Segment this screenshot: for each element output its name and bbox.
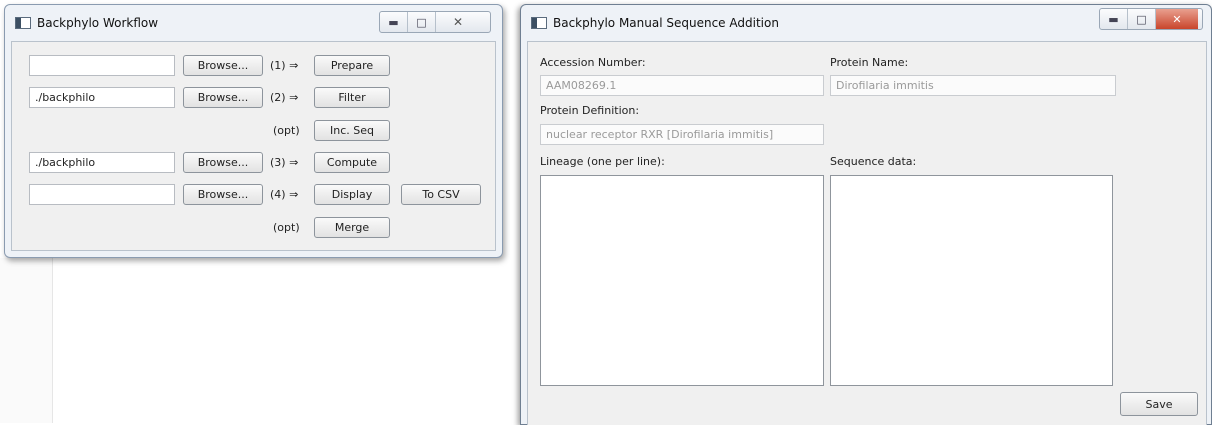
browse-button-4[interactable]: Browse...: [183, 184, 263, 205]
minimize-icon[interactable]: ▬: [1100, 9, 1128, 29]
protein-definition-input[interactable]: nuclear receptor RXR [Dirofilaria immiti…: [540, 124, 824, 145]
window-controls: ▬ □ ✕: [379, 11, 491, 33]
compute-button[interactable]: Compute: [314, 152, 390, 173]
step-label-3: (3) ⇒: [270, 156, 299, 169]
close-icon[interactable]: ✕: [1156, 9, 1198, 29]
browse-button-1[interactable]: Browse...: [183, 55, 263, 76]
manual-titlebar[interactable]: Backphylo Manual Sequence Addition ▬ □ ✕: [521, 5, 1211, 39]
protein-name-label: Protein Name:: [830, 56, 909, 69]
filter-button[interactable]: Filter: [314, 87, 390, 108]
lineage-textarea[interactable]: [540, 175, 824, 386]
manual-panel: Accession Number: AAM08269.1 Protein Nam…: [527, 41, 1207, 425]
close-icon[interactable]: ✕: [436, 12, 480, 32]
minimize-icon[interactable]: ▬: [380, 12, 408, 32]
protein-definition-label: Protein Definition:: [540, 104, 640, 117]
save-button[interactable]: Save: [1120, 392, 1198, 416]
merge-button[interactable]: Merge: [314, 217, 390, 238]
maximize-icon[interactable]: □: [1128, 9, 1156, 29]
inc-seq-button[interactable]: Inc. Seq: [314, 120, 390, 141]
display-path-input[interactable]: [29, 184, 175, 205]
prepare-path-input[interactable]: [29, 55, 175, 76]
step-label-1: (1) ⇒: [270, 59, 299, 72]
step-label-4: (4) ⇒: [270, 188, 299, 201]
sequence-textarea[interactable]: [830, 175, 1113, 386]
lineage-label: Lineage (one per line):: [540, 155, 665, 168]
manual-window-title: Backphylo Manual Sequence Addition: [553, 16, 779, 30]
workflow-window-title: Backphylo Workflow: [37, 16, 159, 30]
maximize-icon[interactable]: □: [408, 12, 436, 32]
workflow-window: Backphylo Workflow ▬ □ ✕ Browse... (1) ⇒…: [4, 4, 503, 258]
desktop-background: [0, 258, 53, 423]
display-button[interactable]: Display: [314, 184, 390, 205]
sequence-label: Sequence data:: [830, 155, 917, 168]
browse-button-2[interactable]: Browse...: [183, 87, 263, 108]
accession-label: Accession Number:: [540, 56, 646, 69]
to-csv-button[interactable]: To CSV: [401, 184, 481, 205]
step-label-opt-2: (opt): [273, 221, 300, 234]
step-label-2: (2) ⇒: [270, 91, 299, 104]
workflow-panel: Browse... (1) ⇒ Prepare ./backphilo Brow…: [11, 41, 496, 251]
step-label-opt-1: (opt): [273, 124, 300, 137]
accession-number-input[interactable]: AAM08269.1: [540, 75, 824, 96]
manual-sequence-window: Backphylo Manual Sequence Addition ▬ □ ✕…: [520, 4, 1212, 425]
compute-path-input[interactable]: ./backphilo: [29, 152, 175, 173]
window-controls: ▬ □ ✕: [1099, 8, 1203, 30]
workflow-titlebar[interactable]: Backphylo Workflow ▬ □ ✕: [5, 5, 502, 39]
app-icon: [531, 17, 547, 29]
browse-button-3[interactable]: Browse...: [183, 152, 263, 173]
prepare-button[interactable]: Prepare: [314, 55, 390, 76]
filter-path-input[interactable]: ./backphilo: [29, 87, 175, 108]
app-icon: [15, 17, 31, 29]
protein-name-input[interactable]: Dirofilaria immitis: [830, 75, 1116, 96]
